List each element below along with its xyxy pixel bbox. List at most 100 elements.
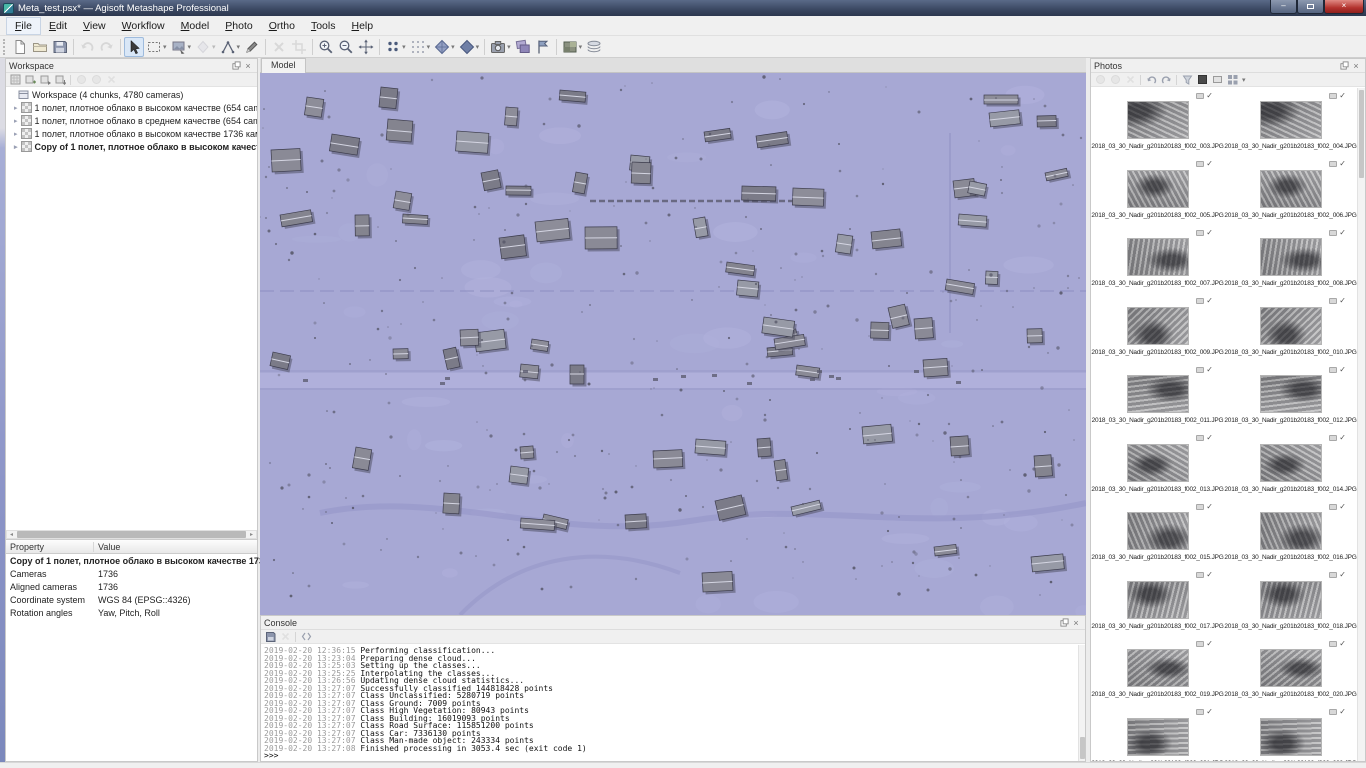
save-document-button[interactable]	[50, 37, 70, 57]
expand-icon[interactable]: ▸	[14, 143, 18, 151]
add-scalebar-button[interactable]	[54, 74, 66, 85]
rotate-right-button[interactable]	[1160, 74, 1172, 85]
chunk-item-2[interactable]: ▸1 полет, плотное облако в среднем качес…	[6, 114, 257, 127]
console-scrollbar[interactable]	[1078, 645, 1085, 761]
photo-thumbnail[interactable]	[1127, 512, 1189, 550]
photo-item[interactable]: ✓2018_03_30_Nadir_g201b20183_f002_022.JP…	[1224, 707, 1357, 762]
enable-button[interactable]	[75, 74, 87, 85]
navigation-cursor-button[interactable]	[124, 37, 144, 57]
add-photos-button[interactable]	[24, 74, 36, 85]
save-log-button[interactable]	[264, 631, 276, 642]
model-shaded-view-button[interactable]: ▾	[432, 37, 457, 57]
dropdown-arrow-icon[interactable]: ▾	[402, 43, 406, 51]
scripting-button[interactable]	[300, 631, 312, 642]
dropdown-arrow-icon[interactable]: ▾	[188, 43, 192, 51]
menu-item-ortho[interactable]: Ortho	[261, 18, 303, 34]
workspace-horizontal-scrollbar[interactable]: ◂ ▸	[6, 530, 257, 539]
menu-item-model[interactable]: Model	[173, 18, 218, 34]
photo-thumbnail[interactable]	[1260, 238, 1322, 276]
photo-item[interactable]: ✓2018_03_30_Nadir_g201b20183_f002_013.JP…	[1091, 433, 1224, 502]
menu-item-view[interactable]: View	[75, 18, 114, 34]
new-document-button[interactable]	[10, 37, 30, 57]
draw-button[interactable]	[242, 37, 262, 57]
photo-item[interactable]: ✓2018_03_30_Nadir_g201b20183_f002_009.JP…	[1091, 296, 1224, 365]
photo-thumbnail[interactable]	[1260, 101, 1322, 139]
dropdown-arrow-icon[interactable]: ▾	[1242, 76, 1246, 84]
expand-icon[interactable]: ▸	[14, 104, 18, 112]
delete-selection-button[interactable]	[269, 37, 289, 57]
dropdown-arrow-icon[interactable]: ▾	[476, 43, 480, 51]
tab-model[interactable]: Model	[261, 58, 306, 73]
float-panel-icon[interactable]	[1058, 617, 1070, 628]
menu-item-workflow[interactable]: Workflow	[114, 18, 173, 34]
enable-button[interactable]	[1094, 74, 1106, 85]
photo-item[interactable]: ✓2018_03_30_Nadir_g201b20183_f002_007.JP…	[1091, 227, 1224, 296]
disable-button[interactable]	[90, 74, 102, 85]
photo-item[interactable]: ✓2018_03_30_Nadir_g201b20183_f002_014.JP…	[1224, 433, 1357, 502]
photo-item[interactable]: ✓2018_03_30_Nadir_g201b20183_f002_003.JP…	[1091, 90, 1224, 159]
console-log[interactable]: 2019-02-20 12:36:15 Performing classific…	[261, 645, 1085, 761]
show-cameras-button[interactable]: ▾	[488, 37, 513, 57]
close-panel-icon[interactable]: ×	[1350, 60, 1362, 71]
dem-button[interactable]	[584, 37, 604, 57]
photo-item[interactable]: ✓2018_03_30_Nadir_g201b20183_f002_008.JP…	[1224, 227, 1357, 296]
photo-thumbnail[interactable]	[1127, 101, 1189, 139]
photo-thumbnail[interactable]	[1127, 581, 1189, 619]
photo-thumbnail[interactable]	[1260, 649, 1322, 687]
rectangle-selection-button[interactable]: ▾	[144, 37, 169, 57]
maximize-button[interactable]	[1297, 0, 1324, 14]
remove-button[interactable]	[105, 74, 117, 85]
chunk-item-4[interactable]: ▸Copy of 1 полет, плотное облако в высок…	[6, 140, 257, 153]
close-panel-icon[interactable]: ×	[242, 60, 254, 71]
dropdown-arrow-icon[interactable]: ▾	[163, 43, 167, 51]
menu-item-tools[interactable]: Tools	[303, 18, 344, 34]
photo-item[interactable]: ✓2018_03_30_Nadir_g201b20183_f002_006.JP…	[1224, 159, 1357, 228]
float-panel-icon[interactable]	[230, 60, 242, 71]
photo-thumbnail[interactable]	[1260, 581, 1322, 619]
workspace-root-item[interactable]: Workspace (4 chunks, 4780 cameras)	[6, 88, 257, 101]
dropdown-arrow-icon[interactable]: ▾	[507, 43, 511, 51]
close-panel-icon[interactable]: ×	[1070, 617, 1082, 628]
photo-item[interactable]: ✓2018_03_30_Nadir_g201b20183_f002_021.JP…	[1091, 707, 1224, 762]
dropdown-arrow-icon[interactable]: ▾	[237, 43, 241, 51]
dropdown-arrow-icon[interactable]: ▾	[451, 43, 455, 51]
photo-selection-button[interactable]: ▾	[169, 37, 194, 57]
dropdown-arrow-icon[interactable]: ▾	[212, 43, 216, 51]
photo-thumbnail[interactable]	[1127, 444, 1189, 482]
menu-item-photo[interactable]: Photo	[217, 18, 260, 34]
filter-button[interactable]	[1181, 74, 1193, 85]
thumbnails-view-button[interactable]	[1226, 74, 1238, 85]
photo-thumbnail[interactable]	[1260, 375, 1322, 413]
scrollbar-thumb[interactable]	[1080, 737, 1085, 759]
photo-item[interactable]: ✓2018_03_30_Nadir_g201b20183_f002_017.JP…	[1091, 570, 1224, 639]
show-markers-button[interactable]	[533, 37, 553, 57]
photo-item[interactable]: ✓2018_03_30_Nadir_g201b20183_f002_004.JP…	[1224, 90, 1357, 159]
photo-thumbnail[interactable]	[1260, 444, 1322, 482]
toolbar-grip[interactable]	[3, 39, 8, 55]
photo-item[interactable]: ✓2018_03_30_Nadir_g201b20183_f002_019.JP…	[1091, 638, 1224, 707]
photo-item[interactable]: ✓2018_03_30_Nadir_g201b20183_f002_012.JP…	[1224, 364, 1357, 433]
photo-thumbnail[interactable]	[1260, 718, 1322, 756]
photo-thumbnail[interactable]	[1260, 307, 1322, 345]
expand-icon[interactable]: ▸	[14, 130, 18, 138]
dense-cloud-view-button[interactable]: ▾	[408, 37, 433, 57]
photo-item[interactable]: ✓2018_03_30_Nadir_g201b20183_f002_011.JP…	[1091, 364, 1224, 433]
float-panel-icon[interactable]	[1338, 60, 1350, 71]
photos-scrollbar[interactable]	[1357, 88, 1365, 761]
photo-thumbnail[interactable]	[1127, 718, 1189, 756]
point-cloud-view-button[interactable]: ▾	[383, 37, 408, 57]
photo-item[interactable]: ✓2018_03_30_Nadir_g201b20183_f002_018.JP…	[1224, 570, 1357, 639]
orthomosaic-button[interactable]: ▾	[560, 37, 585, 57]
zoom-in-button[interactable]	[316, 37, 336, 57]
scrollbar-thumb[interactable]	[1359, 90, 1364, 178]
chunk-item-3[interactable]: ▸1 полет, плотное облако в высоком качес…	[6, 127, 257, 140]
gradual-selection-button[interactable]: ▾	[193, 37, 218, 57]
minimize-button[interactable]: –	[1270, 0, 1297, 14]
photo-thumbnail[interactable]	[1127, 649, 1189, 687]
remove-button[interactable]	[1124, 74, 1136, 85]
photo-item[interactable]: ✓2018_03_30_Nadir_g201b20183_f002_010.JP…	[1224, 296, 1357, 365]
disable-button[interactable]	[1109, 74, 1121, 85]
model-viewport[interactable]	[260, 73, 1086, 615]
add-marker-button[interactable]	[39, 74, 51, 85]
scrollbar-thumb[interactable]	[17, 531, 246, 538]
